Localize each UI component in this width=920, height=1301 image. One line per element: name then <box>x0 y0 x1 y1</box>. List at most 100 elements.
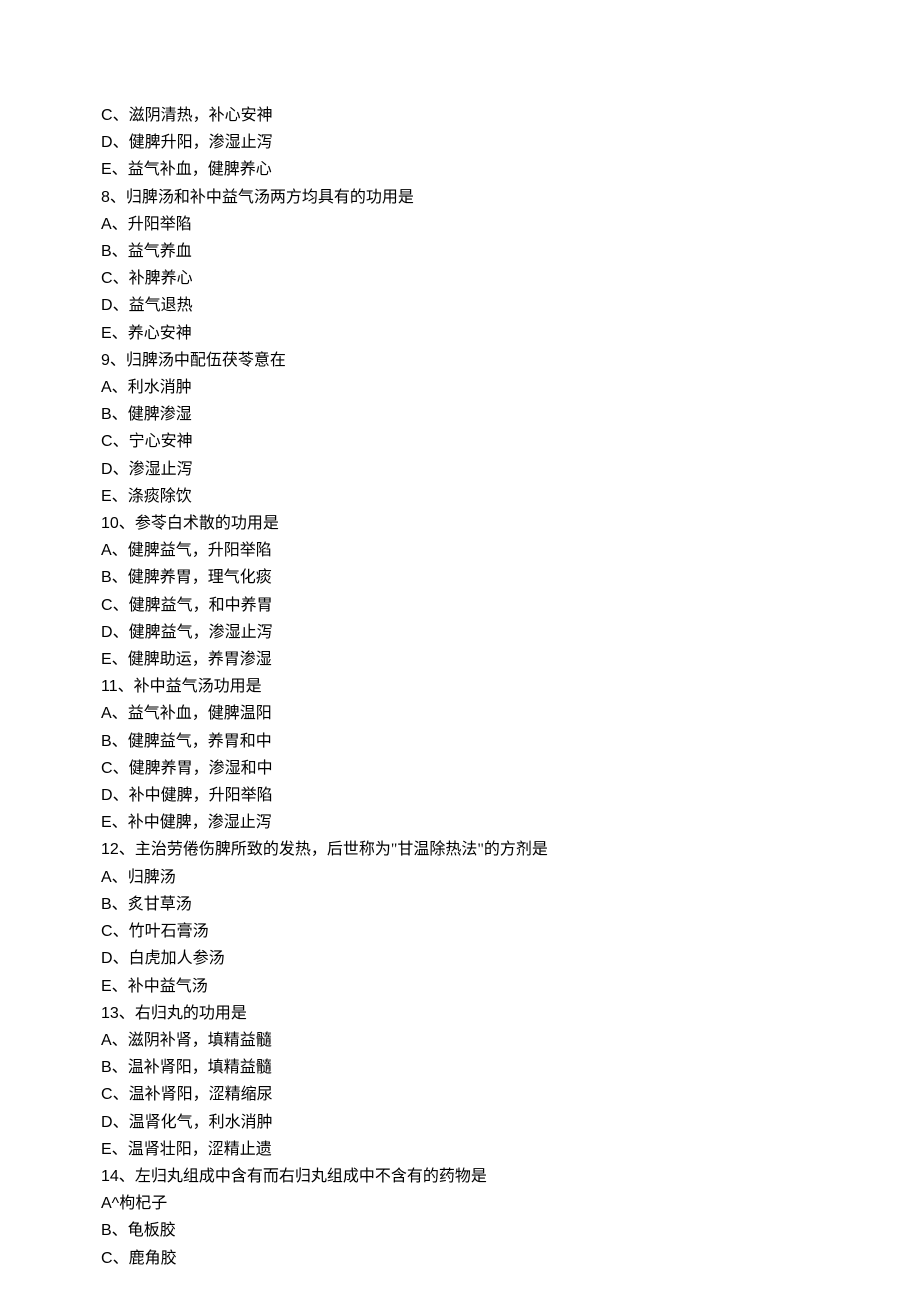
line-label: A <box>101 216 112 233</box>
line-separator: 、 <box>119 515 135 532</box>
line-separator: 、 <box>112 869 128 886</box>
line-separator: 、 <box>113 107 129 124</box>
line-label: 9 <box>101 352 110 369</box>
line-text: 健脾渗湿 <box>128 406 192 423</box>
line-separator: 、 <box>113 134 129 151</box>
line-separator: 、 <box>112 569 128 586</box>
line-text: 补中健脾，渗湿止泻 <box>128 814 272 831</box>
text-line: C、宁心安神 <box>101 428 821 455</box>
line-text: 健脾养胃，理气化痰 <box>128 569 272 586</box>
text-line: 13、右归丸的功用是 <box>101 1000 821 1027</box>
line-label: D <box>101 297 113 314</box>
line-separator: 、 <box>112 243 128 260</box>
line-separator: 、 <box>113 597 129 614</box>
line-text: 健脾益气，养胃和中 <box>128 733 272 750</box>
text-line: A^枸杞子 <box>101 1190 821 1217</box>
line-label: B <box>101 896 112 913</box>
line-text: 益气补血，健脾养心 <box>128 161 272 178</box>
line-label: C <box>101 760 113 777</box>
text-line: 9、归脾汤中配伍茯苓意在 <box>101 347 821 374</box>
line-text: 健脾益气，和中养胃 <box>129 597 273 614</box>
line-label: C <box>101 270 113 287</box>
line-label: D <box>101 787 113 804</box>
text-line: B、健脾益气，养胃和中 <box>101 728 821 755</box>
text-line: A、滋阴补肾，填精益髓 <box>101 1027 821 1054</box>
line-label: 13 <box>101 1005 119 1022</box>
text-line: B、益气养血 <box>101 238 821 265</box>
text-line: B、炙甘草汤 <box>101 891 821 918</box>
line-text: 益气补血，健脾温阳 <box>128 705 272 722</box>
line-text: 主治劳倦伤脾所致的发热，后世称为"甘温除热法"的方剂是 <box>135 841 548 858</box>
line-text: 温肾壮阳，涩精止遗 <box>128 1141 272 1158</box>
line-label: E <box>101 978 112 995</box>
line-label: E <box>101 1141 112 1158</box>
line-separator: 、 <box>113 461 129 478</box>
text-line: D、白虎加人参汤 <box>101 945 821 972</box>
document-page: C、滋阴清热，补心安神D、健脾升阳，渗湿止泻E、益气补血，健脾养心8、归脾汤和补… <box>0 0 821 1272</box>
line-label: B <box>101 243 112 260</box>
text-line: C、补脾养心 <box>101 265 821 292</box>
line-label: B <box>101 733 112 750</box>
line-separator: 、 <box>119 841 135 858</box>
line-separator: 、 <box>119 1168 135 1185</box>
text-line: A、益气补血，健脾温阳 <box>101 700 821 727</box>
text-line: A、归脾汤 <box>101 864 821 891</box>
line-separator: 、 <box>113 1114 129 1131</box>
line-text: 温补肾阳，填精益髓 <box>128 1059 272 1076</box>
text-line: C、温补肾阳，涩精缩尿 <box>101 1081 821 1108</box>
line-label: 11 <box>101 678 118 695</box>
line-separator: 、 <box>112 325 128 342</box>
line-label: B <box>101 406 112 423</box>
line-separator: 、 <box>112 733 128 750</box>
line-text: 健脾益气，升阳举陷 <box>128 542 272 559</box>
text-line: D、温肾化气，利水消肿 <box>101 1109 821 1136</box>
line-label: E <box>101 651 112 668</box>
text-line: B、龟板胶 <box>101 1217 821 1244</box>
line-text: 枸杞子 <box>119 1195 167 1212</box>
line-separator: 、 <box>112 978 128 995</box>
line-separator: 、 <box>113 787 129 804</box>
line-label: E <box>101 325 112 342</box>
line-separator: 、 <box>112 705 128 722</box>
text-line: E、补中健脾，渗湿止泻 <box>101 809 821 836</box>
line-label: D <box>101 1114 113 1131</box>
line-label: C <box>101 433 113 450</box>
line-separator: 、 <box>110 352 126 369</box>
line-label: D <box>101 624 113 641</box>
text-line: B、健脾渗湿 <box>101 401 821 428</box>
line-label: D <box>101 134 113 151</box>
line-label: A <box>101 705 112 722</box>
line-text: 归脾汤和补中益气汤两方均具有的功用是 <box>126 189 414 206</box>
line-label: 8 <box>101 189 110 206</box>
line-text: 益气养血 <box>128 243 192 260</box>
text-line: D、补中健脾，升阳举陷 <box>101 782 821 809</box>
line-text: 益气退热 <box>129 297 193 314</box>
text-line: C、竹叶石膏汤 <box>101 918 821 945</box>
line-text: 涤痰除饮 <box>128 488 192 505</box>
text-line: 12、主治劳倦伤脾所致的发热，后世称为"甘温除热法"的方剂是 <box>101 836 821 863</box>
line-text: 白虎加人参汤 <box>129 950 225 967</box>
text-line: A、升阳举陷 <box>101 211 821 238</box>
line-label: 12 <box>101 841 119 858</box>
line-text: 鹿角胶 <box>129 1250 177 1267</box>
line-text: 竹叶石膏汤 <box>129 923 209 940</box>
text-line: E、温肾壮阳，涩精止遗 <box>101 1136 821 1163</box>
line-text: 左归丸组成中含有而右归丸组成中不含有的药物是 <box>135 1168 487 1185</box>
line-separator: 、 <box>112 542 128 559</box>
line-text: 升阳举陷 <box>128 216 192 233</box>
line-label: 10 <box>101 515 119 532</box>
text-line: C、鹿角胶 <box>101 1245 821 1272</box>
line-text: 参苓白术散的功用是 <box>135 515 279 532</box>
line-separator: 、 <box>112 1222 128 1239</box>
line-text: 温肾化气，利水消肿 <box>129 1114 273 1131</box>
line-text: 利水消肿 <box>128 379 192 396</box>
line-text: 补中益气汤功用是 <box>134 678 262 695</box>
line-label: B <box>101 569 112 586</box>
line-separator: 、 <box>112 406 128 423</box>
line-label: B <box>101 1059 112 1076</box>
line-text: 养心安神 <box>128 325 192 342</box>
text-line: 11、补中益气汤功用是 <box>101 673 821 700</box>
text-line: D、健脾升阳，渗湿止泻 <box>101 129 821 156</box>
line-text: 宁心安神 <box>129 433 193 450</box>
line-label: C <box>101 107 113 124</box>
